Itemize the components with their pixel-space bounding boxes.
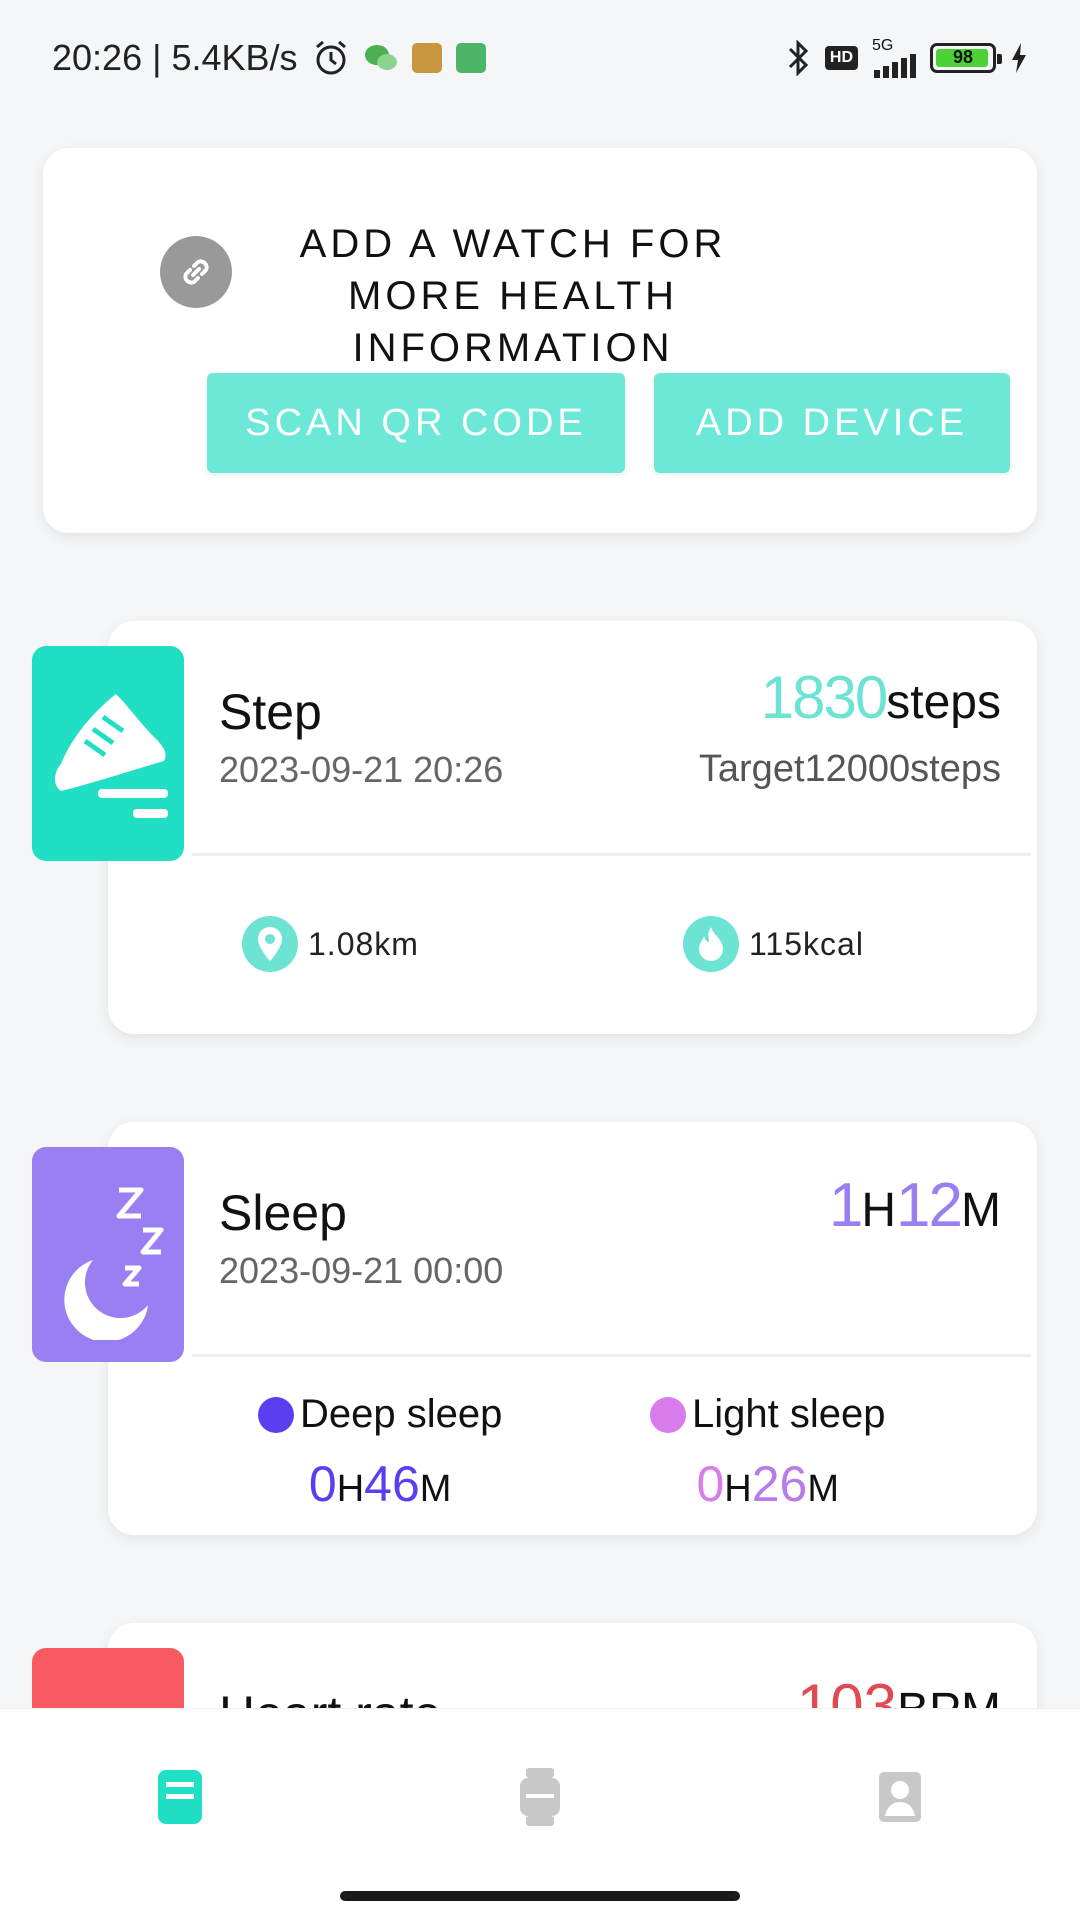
calories-value: 115kcal	[749, 925, 864, 962]
flame-icon	[683, 916, 739, 972]
status-time-speed: 20:26 | 5.4KB/s	[52, 36, 298, 78]
profile-icon	[879, 1772, 921, 1822]
home-dashboard-icon	[158, 1770, 202, 1824]
wechat-icon	[364, 43, 398, 73]
light-sleep-label-row: Light sleep	[650, 1392, 885, 1437]
step-count-unit: steps	[886, 676, 1001, 729]
watch-icon	[520, 1768, 560, 1826]
step-count: 1830 steps	[761, 663, 1001, 732]
sleep-total-minutes: 12	[896, 1171, 963, 1240]
alarm-icon	[312, 39, 350, 77]
calories-stat: 115kcal	[683, 916, 864, 972]
sleep-card[interactable]: Sleep 2023-09-21 00:00 1 H 12 M Deep sle…	[108, 1122, 1037, 1535]
home-indicator[interactable]	[340, 1891, 740, 1901]
sleep-total: 1 H 12 M	[829, 1170, 1001, 1241]
light-sleep-hours: 0	[696, 1456, 725, 1512]
sleep-total-h-label: H	[861, 1184, 897, 1237]
status-right: HD 5G 98	[787, 36, 1028, 78]
deep-sleep-dot	[258, 1396, 294, 1433]
sleep-total-m-label: M	[961, 1184, 1001, 1237]
add-device-button[interactable]: ADD DEVICE	[654, 373, 1010, 473]
status-bar: 20:26 | 5.4KB/s HD 5G 98	[0, 0, 1080, 115]
signal-icon: 5G	[872, 36, 916, 78]
add-watch-message: ADD A WATCH FOR MORE HEALTH INFORMATION	[299, 222, 727, 370]
deep-sleep-minutes: 46	[364, 1456, 420, 1512]
add-watch-card: ADD A WATCH FOR MORE HEALTH INFORMATION …	[43, 148, 1037, 533]
divider	[192, 1354, 1031, 1357]
bluetooth-icon	[787, 39, 811, 76]
light-sleep-label: Light sleep	[692, 1392, 886, 1436]
distance-stat: 1.08km	[242, 916, 419, 972]
sleep-tile	[32, 1147, 184, 1362]
step-tile	[32, 646, 184, 861]
light-sleep-dot	[650, 1396, 686, 1433]
network-label: 5G	[872, 36, 894, 54]
app-notification-icon	[411, 42, 442, 73]
nav-profile-tab[interactable]	[868, 1765, 932, 1829]
nav-home-tab[interactable]	[148, 1765, 212, 1829]
step-target: Target12000steps	[698, 748, 1001, 790]
deep-sleep-hours: 0	[308, 1456, 337, 1512]
light-sleep-h-label: H	[724, 1468, 752, 1510]
deep-sleep-h-label: H	[336, 1468, 365, 1510]
location-pin-icon	[242, 916, 298, 972]
light-sleep-minutes: 26	[751, 1456, 808, 1512]
battery-level: 98	[952, 47, 974, 67]
sleep-total-hours: 1	[828, 1171, 864, 1240]
step-date: 2023-09-21 20:26	[219, 749, 504, 790]
deep-sleep-m-label: M	[419, 1468, 452, 1510]
sleep-date: 2023-09-21 00:00	[219, 1250, 504, 1291]
sneaker-icon	[55, 693, 168, 818]
bottom-nav	[0, 1708, 1080, 1920]
hd-icon: HD	[824, 45, 858, 70]
nav-device-tab[interactable]	[508, 1765, 572, 1829]
distance-value: 1.08km	[308, 925, 419, 962]
light-sleep-stat: Light sleep 0 H 26 M	[650, 1392, 885, 1513]
sleep-title: Sleep	[219, 1185, 347, 1241]
step-card[interactable]: Step 2023-09-21 20:26 1830 steps Target1…	[108, 621, 1037, 1034]
divider	[192, 853, 1031, 856]
deep-sleep-label: Deep sleep	[300, 1392, 503, 1436]
deep-sleep-stat: Deep sleep 0 H 46 M	[258, 1392, 502, 1513]
charging-icon	[1010, 42, 1028, 73]
scan-qr-code-button[interactable]: SCAN QR CODE	[207, 373, 625, 473]
moon-sleep-icon	[64, 1187, 164, 1340]
deep-sleep-label-row: Deep sleep	[258, 1392, 502, 1437]
android-app-icon	[455, 42, 486, 73]
step-title: Step	[219, 684, 322, 740]
link-icon	[160, 236, 232, 308]
battery-indicator: 98	[930, 42, 1002, 73]
light-sleep-m-label: M	[807, 1468, 840, 1510]
step-count-value: 1830	[760, 664, 888, 731]
status-left: 20:26 | 5.4KB/s	[52, 37, 486, 79]
light-sleep-time: 0 H 26 M	[650, 1455, 885, 1513]
deep-sleep-time: 0 H 46 M	[258, 1455, 502, 1513]
